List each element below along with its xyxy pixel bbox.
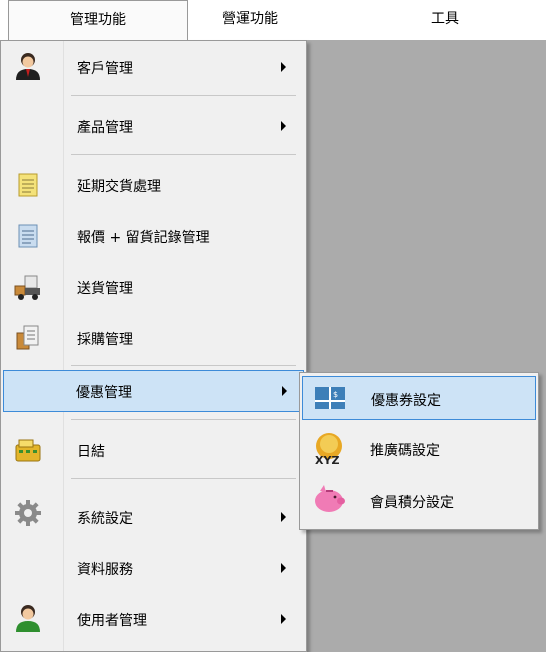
- menu-item-label: 系統設定: [77, 511, 133, 527]
- menu-item-customer-management[interactable]: 客戶管理: [3, 45, 304, 89]
- submenu-arrow-icon: [281, 512, 286, 522]
- submenu-arrow-icon: [282, 386, 287, 396]
- menu-item-quotation-reservation[interactable]: 報價 + 留貨記錄管理: [3, 214, 304, 258]
- menu-item-label: 送貨管理: [77, 281, 133, 297]
- menu-operation-functions[interactable]: 營運功能: [195, 0, 305, 40]
- user-icon: [16, 53, 40, 80]
- submenu-item-label: 推廣碼設定: [370, 443, 440, 459]
- submenu-item-label: 會員積分設定: [370, 495, 454, 511]
- submenu-item-promo-code-settings[interactable]: XYZ 推廣碼設定: [302, 425, 536, 473]
- menu-item-label: 優惠管理: [76, 385, 132, 401]
- menu-item-label: 採購管理: [77, 332, 133, 348]
- delivery-truck-icon: [14, 275, 40, 300]
- submenu-arrow-icon: [281, 121, 286, 131]
- menu-item-product-management[interactable]: 產品管理: [3, 104, 304, 148]
- user-green-icon: [16, 605, 40, 632]
- notepad-blue-icon: [18, 224, 38, 248]
- coupon-icon: $: [315, 387, 345, 409]
- menu-item-backorder-processing[interactable]: 延期交貨處理: [3, 163, 304, 207]
- cash-register-icon: [15, 439, 41, 462]
- submenu-arrow-icon: [281, 614, 286, 624]
- piggy-bank-icon: [315, 485, 345, 512]
- menu-item-label: 報價 + 留貨記錄管理: [77, 230, 210, 246]
- menu-item-data-services[interactable]: 資料服務: [3, 546, 304, 590]
- purchase-documents-icon: [16, 325, 39, 350]
- menu-tools[interactable]: 工具: [405, 0, 485, 40]
- menu-bar: 管理功能 營運功能 工具: [0, 0, 546, 40]
- menu-item-daily-closing[interactable]: 日結: [3, 428, 304, 472]
- menu-item-label: 延期交貨處理: [77, 179, 161, 195]
- menu-item-label: 資料服務: [77, 562, 133, 578]
- menu-item-label: 產品管理: [77, 120, 133, 136]
- submenu-item-coupon-settings[interactable]: $ 優惠券設定: [302, 376, 536, 420]
- gear-icon: [15, 500, 41, 526]
- menu-item-user-management[interactable]: 使用者管理: [3, 597, 304, 641]
- menu-item-label: 使用者管理: [77, 613, 147, 629]
- notepad-icon: [18, 173, 38, 197]
- menu-separator: [71, 478, 296, 479]
- submenu-item-member-points-settings[interactable]: 會員積分設定: [302, 477, 536, 525]
- menu-separator: [71, 154, 296, 155]
- menu-admin-functions[interactable]: 管理功能: [8, 0, 188, 40]
- menu-item-system-settings[interactable]: 系統設定: [3, 495, 304, 539]
- menu-item-delivery-management[interactable]: 送貨管理: [3, 265, 304, 309]
- menu-item-label: 日結: [77, 444, 105, 460]
- menu-separator: [71, 95, 296, 96]
- menu-separator: [71, 419, 296, 420]
- menu-separator: [71, 365, 296, 366]
- admin-dropdown-menu: 客戶管理 產品管理 延期交貨處理 報價 + 留貨記錄管理 送貨管理 採購管理 優…: [0, 40, 307, 652]
- menu-item-purchase-management[interactable]: 採購管理: [3, 316, 304, 360]
- submenu-arrow-icon: [281, 62, 286, 72]
- promotion-submenu: $ 優惠券設定 XYZ 推廣碼設定 會員積分設定: [299, 372, 539, 530]
- menu-item-label: 客戶管理: [77, 61, 133, 77]
- submenu-item-label: 優惠券設定: [371, 393, 441, 409]
- xyz-code-icon: XYZ: [315, 433, 342, 467]
- svg-text:XYZ: XYZ: [315, 454, 339, 467]
- submenu-arrow-icon: [281, 563, 286, 573]
- svg-text:$: $: [333, 390, 338, 399]
- menu-item-promotion-management[interactable]: 優惠管理: [3, 370, 304, 412]
